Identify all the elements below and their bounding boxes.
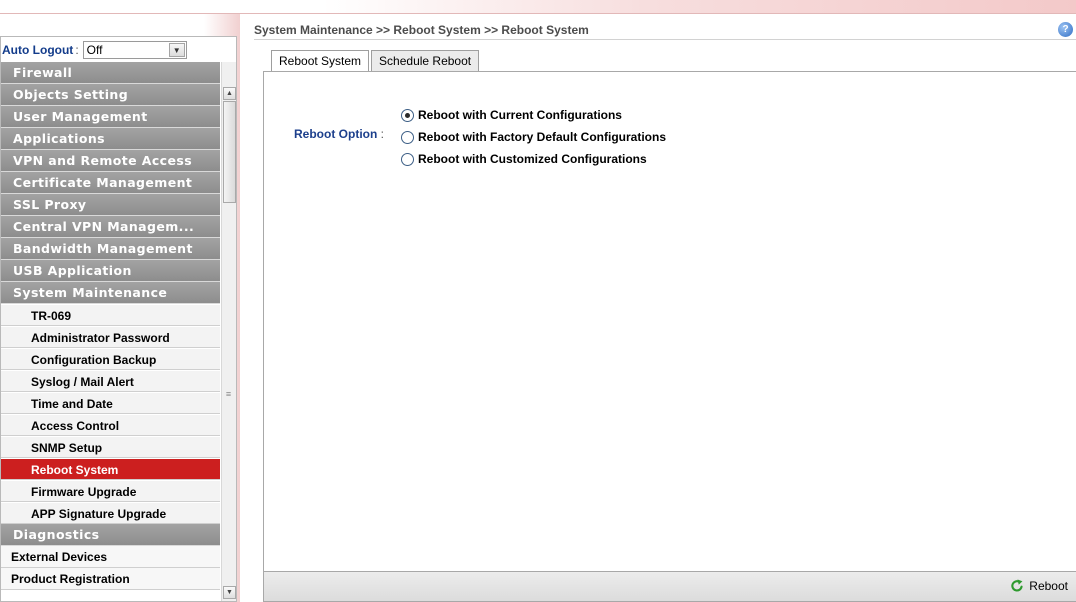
submenu-snmp-setup[interactable]: SNMP Setup: [1, 436, 220, 458]
breadcrumb: System Maintenance >> Reboot System >> R…: [254, 23, 589, 37]
scroll-down-arrow-icon[interactable]: ▼: [223, 586, 236, 599]
reboot-option-group: Reboot with Current Configurations Reboo…: [401, 104, 666, 170]
radio-label: Reboot with Customized Configurations: [418, 152, 647, 166]
main-content: System Maintenance >> Reboot System >> R…: [254, 14, 1076, 602]
submenu-tr-069[interactable]: TR-069: [1, 304, 220, 326]
sidebar-menu: Firewall Objects Setting User Management Ap…: [1, 62, 220, 601]
menu-external-devices[interactable]: External Devices: [1, 546, 220, 568]
radio-customized-config[interactable]: Reboot with Customized Configurations: [401, 148, 666, 170]
menu-system-maintenance[interactable]: System Maintenance: [1, 282, 220, 304]
auto-logout-label: Auto Logout: [2, 43, 74, 57]
action-bar: Reboot: [264, 571, 1076, 601]
chevron-down-icon[interactable]: ▼: [168, 43, 185, 57]
radio-label: Reboot with Factory Default Configuratio…: [418, 130, 666, 144]
menu-diagnostics[interactable]: Diagnostics: [1, 524, 220, 546]
tab-schedule-reboot[interactable]: Schedule Reboot: [371, 50, 480, 72]
submenu-firmware-upgrade[interactable]: Firmware Upgrade: [1, 480, 220, 502]
radio-label: Reboot with Current Configurations: [418, 108, 622, 122]
menu-usb-application[interactable]: USB Application: [1, 260, 220, 282]
breadcrumb-bar: System Maintenance >> Reboot System >> R…: [254, 20, 1076, 40]
submenu-administrator-password[interactable]: Administrator Password: [1, 326, 220, 348]
sidebar: Auto Logout : Off ▼ Firewall Objects Sett…: [0, 14, 240, 602]
submenu-time-and-date[interactable]: Time and Date: [1, 392, 220, 414]
radio-button[interactable]: [401, 108, 414, 122]
auto-logout-select[interactable]: Off ▼: [82, 41, 187, 59]
menu-certificate-management[interactable]: Certificate Management: [1, 172, 220, 194]
tab-reboot-system[interactable]: Reboot System: [271, 50, 370, 73]
reboot-option-colon: :: [377, 127, 384, 141]
reboot-option-label-text: Reboot Option: [294, 127, 378, 141]
submenu-reboot-system[interactable]: Reboot System: [1, 458, 220, 480]
menu-applications[interactable]: Applications: [1, 128, 220, 150]
reboot-label: Reboot: [1029, 579, 1068, 593]
reboot-button[interactable]: Reboot: [1010, 579, 1068, 593]
radio-button[interactable]: [401, 130, 414, 144]
menu-bandwidth-management[interactable]: Bandwidth Management: [1, 238, 220, 260]
auto-logout-value: Off: [86, 43, 103, 57]
submenu-app-signature-upgrade[interactable]: APP Signature Upgrade: [1, 502, 220, 524]
radio-current-config[interactable]: Reboot with Current Configurations: [401, 104, 666, 126]
sidebar-scrollbar[interactable]: ▲ ≡ ▼: [221, 62, 236, 601]
menu-central-vpn-management[interactable]: Central VPN Managem...: [1, 216, 220, 238]
menu-objects-setting[interactable]: Objects Setting: [1, 84, 220, 106]
auto-logout-colon: :: [75, 43, 79, 57]
menu-vpn-remote-access[interactable]: VPN and Remote Access: [1, 150, 220, 172]
scroll-up-arrow-icon[interactable]: ▲: [223, 87, 236, 100]
refresh-icon: [1011, 579, 1023, 592]
menu-ssl-proxy[interactable]: SSL Proxy: [1, 194, 220, 216]
radio-factory-default[interactable]: Reboot with Factory Default Configuratio…: [401, 126, 666, 148]
reboot-option-label: Reboot Option :: [294, 127, 384, 141]
submenu-access-control[interactable]: Access Control: [1, 414, 220, 436]
scroll-thumb[interactable]: [223, 101, 236, 203]
submenu-configuration-backup[interactable]: Configuration Backup: [1, 348, 220, 370]
help-icon[interactable]: ?: [1058, 22, 1073, 37]
top-decoration: [0, 0, 1076, 14]
app-window: Auto Logout : Off ▼ Firewall Objects Sett…: [0, 0, 1076, 602]
menu-firewall[interactable]: Firewall: [1, 62, 220, 84]
tab-bar: Reboot System Schedule Reboot: [271, 50, 481, 73]
radio-selected-dot: [405, 112, 410, 118]
radio-button[interactable]: [401, 152, 414, 166]
auto-logout-row: Auto Logout : Off ▼: [0, 39, 236, 61]
reboot-panel: Reboot Option : Reboot with Current Conf…: [263, 71, 1076, 602]
menu-user-management[interactable]: User Management: [1, 106, 220, 128]
submenu-syslog-mail-alert[interactable]: Syslog / Mail Alert: [1, 370, 220, 392]
menu-product-registration[interactable]: Product Registration: [1, 568, 220, 590]
scroll-grip-icon: ≡: [225, 389, 232, 399]
